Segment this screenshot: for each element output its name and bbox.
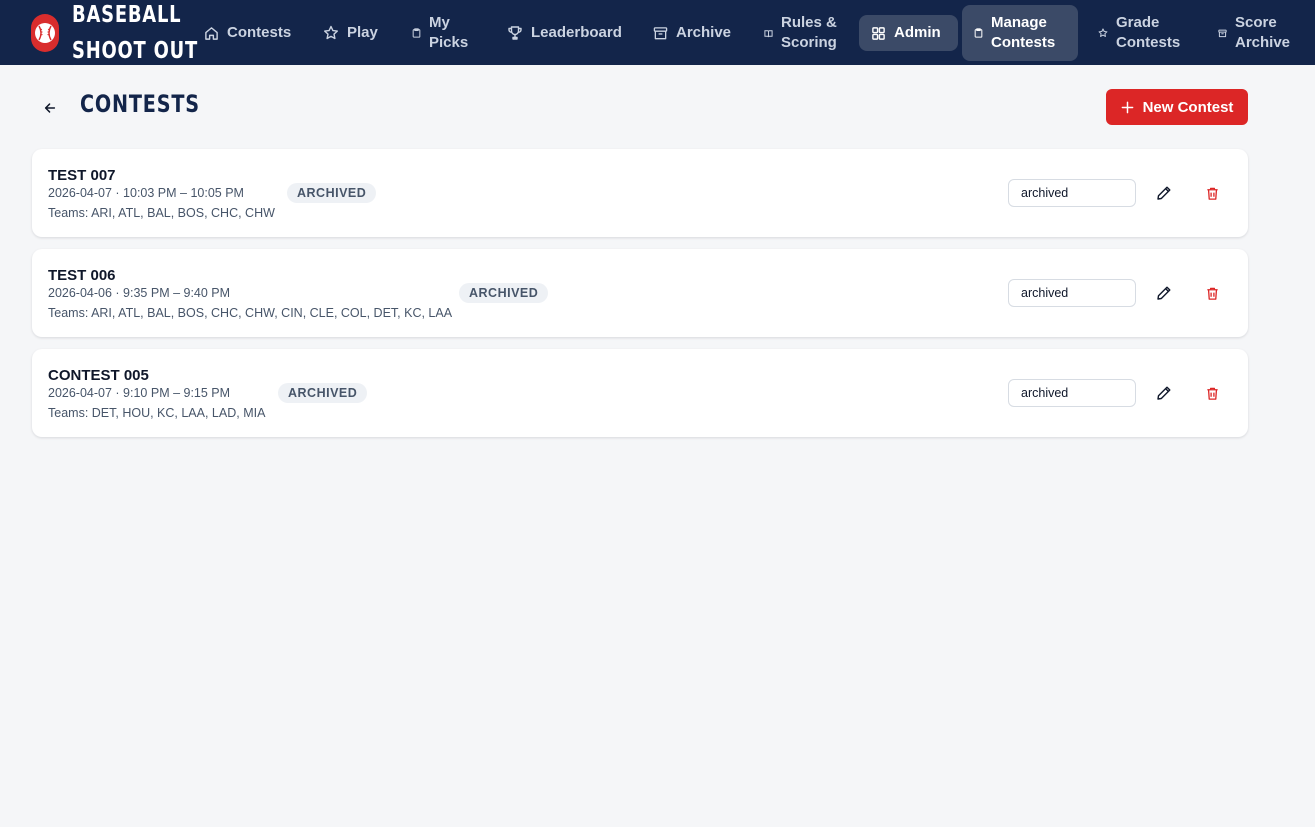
status-select[interactable]: archived [1008, 279, 1136, 307]
status-select[interactable]: archived [1008, 179, 1136, 207]
nav-label-play: Play [347, 24, 378, 41]
page-title: CONTESTS [80, 90, 200, 118]
brand-title-line1: BASEBALL [72, 1, 182, 28]
clipboard-icon [974, 28, 983, 38]
contest-name: TEST 006 [48, 267, 116, 284]
nav-label-manage-2: Contests [991, 34, 1056, 51]
nav-label-contests: Contests [227, 24, 292, 41]
nav-item-admin[interactable]: Admin [859, 15, 958, 51]
trash-icon[interactable] [1202, 283, 1222, 303]
contest-card: TEST 007 2026-04-07 · 10:03 PM – 10:05 P… [32, 149, 1248, 237]
nav-item-manage-contests[interactable]: Manage Contests [962, 5, 1078, 61]
page-header: CONTESTS New Contest [32, 88, 1248, 128]
nav-label-my-picks-1: My [429, 14, 450, 31]
nav-label-grade-2: Contests [1116, 34, 1181, 51]
nav-item-rules-scoring[interactable]: Rules & Scoring [752, 5, 849, 61]
new-contest-button[interactable]: New Contest [1106, 89, 1248, 125]
contest-card: CONTEST 005 2026-04-07 · 9:10 PM – 9:15 … [32, 349, 1248, 437]
nav-label-rules-2: Scoring [781, 34, 837, 51]
contest-teams: Teams: ARI, ATL, BAL, BOS, CHC, CHW [48, 206, 275, 220]
home-icon [204, 26, 219, 41]
nav-item-play[interactable]: Play [311, 5, 390, 61]
nav-label-grade-1: Grade [1116, 14, 1160, 31]
contest-name: CONTEST 005 [48, 367, 149, 384]
star-icon [323, 25, 339, 41]
contest-card: TEST 006 2026-04-06 · 9:35 PM – 9:40 PM … [32, 249, 1248, 337]
nav-label-score-1: Score [1235, 14, 1277, 31]
brand-title-line2: SHOOT OUT [72, 37, 199, 64]
contest-name: TEST 007 [48, 167, 116, 184]
trash-icon[interactable] [1202, 383, 1222, 403]
nav-item-my-picks[interactable]: My Picks [400, 5, 480, 61]
plus-icon [1121, 101, 1134, 114]
nav-label-my-picks-2: Picks [429, 34, 469, 51]
contest-datetime: 2026-04-07 · 10:03 PM – 10:05 PM [48, 186, 244, 200]
contest-teams: Teams: ARI, ATL, BAL, BOS, CHC, CHW, CIN… [48, 306, 453, 320]
nav-label-score-2: Archive [1235, 34, 1291, 51]
grid-icon [871, 26, 886, 41]
status-badge: ARCHIVED [287, 183, 377, 203]
archive-box-icon [653, 26, 668, 41]
pencil-icon[interactable] [1154, 383, 1174, 403]
trash-icon[interactable] [1202, 183, 1222, 203]
pencil-icon[interactable] [1154, 283, 1174, 303]
nav-label-rules-1: Rules & [781, 14, 837, 31]
book-icon [764, 29, 773, 38]
new-contest-label: New Contest [1142, 98, 1234, 116]
contest-teams: Teams: DET, HOU, KC, LAA, LAD, MIA [48, 406, 266, 420]
back-arrow-icon[interactable] [40, 98, 60, 118]
nav-label-archive: Archive [676, 24, 732, 41]
nav-label-admin: Admin [894, 24, 941, 41]
star-icon [1098, 28, 1108, 38]
nav-item-contests[interactable]: Contests [192, 5, 303, 61]
nav-label-leaderboard: Leaderboard [531, 24, 622, 41]
status-badge: ARCHIVED [459, 283, 549, 303]
clipboard-icon [412, 28, 421, 38]
nav-label-manage-1: Manage [991, 14, 1047, 31]
archive-box-icon [1218, 29, 1227, 38]
contest-datetime: 2026-04-07 · 9:10 PM – 9:15 PM [48, 386, 231, 400]
trophy-icon [507, 25, 523, 41]
nav-item-leaderboard[interactable]: Leaderboard [495, 5, 634, 61]
nav-item-archive[interactable]: Archive [641, 5, 743, 61]
baseball-icon [31, 13, 59, 52]
brand-title: BASEBALL SHOOT OUT [72, 0, 198, 69]
status-select[interactable]: archived [1008, 379, 1136, 407]
top-navbar: BASEBALL SHOOT OUT Contests Play My Pick… [0, 0, 1315, 65]
pencil-icon[interactable] [1154, 183, 1174, 203]
contest-datetime: 2026-04-06 · 9:35 PM – 9:40 PM [48, 286, 231, 300]
nav-item-score-archive[interactable]: Score Archive [1206, 5, 1302, 61]
nav-item-grade-contests[interactable]: Grade Contests [1086, 5, 1192, 61]
status-badge: ARCHIVED [278, 383, 368, 403]
